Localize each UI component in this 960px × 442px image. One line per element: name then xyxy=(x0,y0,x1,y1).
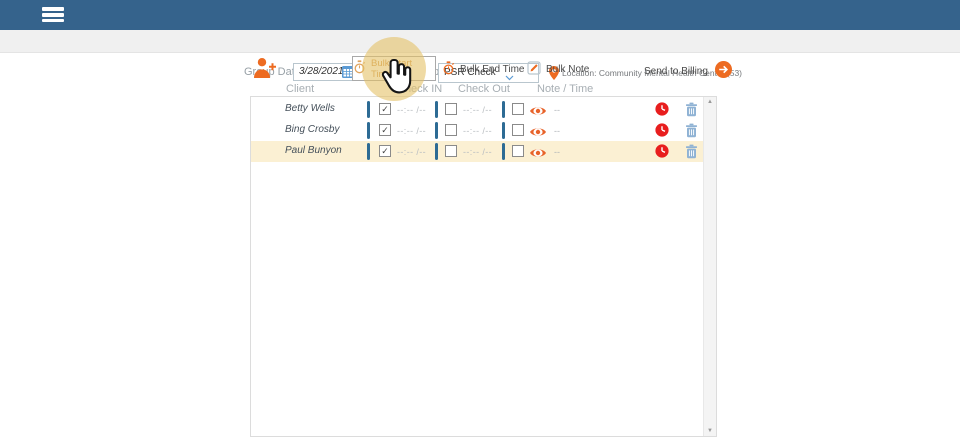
delete-row-trash-icon[interactable] xyxy=(685,102,698,122)
table-rows: Betty Wells ✓ --:-- /-- --:-- /-- -- Bin… xyxy=(251,99,704,162)
note-checkbox[interactable] xyxy=(512,145,524,157)
check-out-checkbox[interactable] xyxy=(445,103,457,115)
bulk-end-time-button[interactable]: Bulk End Time xyxy=(442,61,524,78)
check-out-checkbox[interactable] xyxy=(445,145,457,157)
column-header-check-out: Check Out xyxy=(458,83,510,95)
check-in-checkbox[interactable]: ✓ xyxy=(379,124,391,136)
column-divider xyxy=(367,122,370,139)
note-time-text: -- xyxy=(554,126,560,136)
client-name: Bing Crosby xyxy=(285,124,339,135)
check-in-time: --:-- /-- xyxy=(397,126,426,136)
check-out-time: --:-- /-- xyxy=(463,105,492,115)
table-row: Betty Wells ✓ --:-- /-- --:-- /-- -- xyxy=(251,99,704,120)
stopwatch-icon xyxy=(442,61,455,78)
hamburger-icon xyxy=(42,5,64,25)
send-to-billing-label: Send to Billing xyxy=(644,66,708,77)
add-client-button[interactable] xyxy=(252,57,278,84)
column-divider xyxy=(435,122,438,139)
check-in-time: --:-- /-- xyxy=(397,147,426,157)
column-header-client: Client xyxy=(286,83,314,95)
column-header-note-time: Note / Time xyxy=(537,83,593,95)
time-alert-clock-icon[interactable] xyxy=(655,144,669,163)
menu-button[interactable]: Menu xyxy=(36,4,70,29)
note-pencil-icon xyxy=(527,61,541,78)
time-alert-clock-icon[interactable] xyxy=(655,123,669,142)
bulk-start-time-button[interactable]: Bulk Start Time xyxy=(352,56,436,81)
scroll-up-arrow[interactable]: ▲ xyxy=(704,99,716,105)
vertical-scrollbar[interactable]: ▲ ▼ xyxy=(703,97,716,436)
send-to-billing-button[interactable]: Send to Billing xyxy=(644,61,732,81)
check-in-checkbox[interactable]: ✓ xyxy=(379,145,391,157)
group-session-page: Menu Group Date: 3/28/2021 Group Type: P… xyxy=(0,0,960,442)
client-name: Betty Wells xyxy=(285,103,335,114)
client-name: Paul Bunyon xyxy=(285,145,342,156)
note-checkbox[interactable] xyxy=(512,103,524,115)
column-divider xyxy=(435,101,438,118)
view-note-eye-icon[interactable] xyxy=(529,146,547,164)
bulk-end-time-label: Bulk End Time xyxy=(460,64,524,75)
clients-table-panel: Betty Wells ✓ --:-- /-- --:-- /-- -- Bin… xyxy=(250,96,717,437)
delete-row-trash-icon[interactable] xyxy=(685,144,698,164)
check-out-checkbox[interactable] xyxy=(445,124,457,136)
filter-bar: Group Date: 3/28/2021 Group Type: PSR Ch… xyxy=(0,30,960,53)
arrow-right-circle-icon xyxy=(715,61,732,81)
table-row: Paul Bunyon ✓ --:-- /-- --:-- /-- -- xyxy=(251,141,704,162)
column-divider xyxy=(367,101,370,118)
bulk-note-button[interactable]: Bulk Note xyxy=(527,61,589,78)
note-time-text: -- xyxy=(554,105,560,115)
column-divider xyxy=(502,122,505,139)
note-checkbox[interactable] xyxy=(512,124,524,136)
check-in-time: --:-- /-- xyxy=(397,105,426,115)
time-alert-clock-icon[interactable] xyxy=(655,102,669,121)
column-header-check-in: Check IN xyxy=(397,83,442,95)
column-divider xyxy=(502,101,505,118)
scroll-down-arrow[interactable]: ▼ xyxy=(704,428,716,434)
bulk-start-time-label: Bulk Start Time xyxy=(371,58,435,80)
check-out-time: --:-- /-- xyxy=(463,147,492,157)
bulk-note-label: Bulk Note xyxy=(546,64,589,75)
column-divider xyxy=(435,143,438,160)
column-divider xyxy=(367,143,370,160)
table-row: Bing Crosby ✓ --:-- /-- --:-- /-- -- xyxy=(251,120,704,141)
stopwatch-icon xyxy=(353,60,366,77)
delete-row-trash-icon[interactable] xyxy=(685,123,698,143)
app-header: Menu xyxy=(0,0,960,32)
column-divider xyxy=(502,143,505,160)
note-time-text: -- xyxy=(554,147,560,157)
check-in-checkbox[interactable]: ✓ xyxy=(379,103,391,115)
check-out-time: --:-- /-- xyxy=(463,126,492,136)
